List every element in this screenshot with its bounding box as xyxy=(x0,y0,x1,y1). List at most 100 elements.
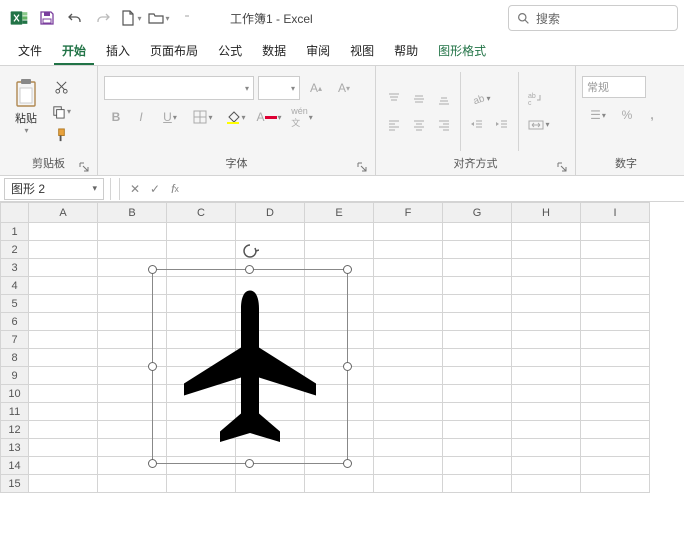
cell[interactable] xyxy=(512,457,581,475)
redo-icon[interactable] xyxy=(90,5,116,31)
tab-file[interactable]: 文件 xyxy=(10,37,50,65)
row-header-5[interactable]: 5 xyxy=(1,295,29,313)
search-box[interactable]: 搜索 xyxy=(508,5,678,31)
cell[interactable] xyxy=(581,295,650,313)
cell[interactable] xyxy=(29,295,98,313)
align-middle-button[interactable] xyxy=(407,88,431,110)
tab-help[interactable]: 帮助 xyxy=(386,37,426,65)
cut-button[interactable] xyxy=(48,76,74,100)
cell[interactable] xyxy=(29,313,98,331)
cell[interactable] xyxy=(236,223,305,241)
dialog-launcher-icon[interactable] xyxy=(357,162,367,172)
cell[interactable] xyxy=(374,313,443,331)
cell[interactable] xyxy=(443,277,512,295)
col-header-F[interactable]: F xyxy=(374,203,443,223)
cell[interactable] xyxy=(29,259,98,277)
cell[interactable] xyxy=(581,313,650,331)
cell[interactable] xyxy=(167,241,236,259)
cell[interactable] xyxy=(581,241,650,259)
cell[interactable] xyxy=(29,241,98,259)
row-header-6[interactable]: 6 xyxy=(1,313,29,331)
fill-color-button[interactable]: ▾ xyxy=(220,106,252,128)
row-header-15[interactable]: 15 xyxy=(1,475,29,493)
cell[interactable] xyxy=(581,259,650,277)
tab-home[interactable]: 开始 xyxy=(54,37,94,65)
excel-app-icon[interactable] xyxy=(6,5,32,31)
cell[interactable] xyxy=(29,367,98,385)
tab-data[interactable]: 数据 xyxy=(254,37,294,65)
cell[interactable] xyxy=(581,277,650,295)
cell[interactable] xyxy=(167,223,236,241)
cell[interactable] xyxy=(443,475,512,493)
cancel-formula-button[interactable]: ✕ xyxy=(126,180,144,198)
row-header-13[interactable]: 13 xyxy=(1,439,29,457)
cell[interactable] xyxy=(374,277,443,295)
cell[interactable] xyxy=(443,331,512,349)
row-header-1[interactable]: 1 xyxy=(1,223,29,241)
cell[interactable] xyxy=(512,475,581,493)
cell[interactable] xyxy=(374,349,443,367)
cell[interactable] xyxy=(512,223,581,241)
cell[interactable] xyxy=(512,403,581,421)
tab-review[interactable]: 审阅 xyxy=(298,37,338,65)
cell[interactable] xyxy=(443,457,512,475)
cell[interactable] xyxy=(29,439,98,457)
cell[interactable] xyxy=(374,259,443,277)
resize-handle-n[interactable] xyxy=(245,265,254,274)
cell[interactable] xyxy=(512,313,581,331)
cell[interactable] xyxy=(512,439,581,457)
comma-button[interactable]: , xyxy=(640,104,664,126)
resize-handle-nw[interactable] xyxy=(148,265,157,274)
increase-indent-button[interactable] xyxy=(490,114,514,136)
row-header-11[interactable]: 11 xyxy=(1,403,29,421)
cell[interactable] xyxy=(374,295,443,313)
worksheet-grid[interactable]: ABCDEFGHI123456789101112131415 xyxy=(0,202,684,560)
cell[interactable] xyxy=(374,439,443,457)
resize-handle-w[interactable] xyxy=(148,362,157,371)
percent-button[interactable]: % xyxy=(615,104,639,126)
cell[interactable] xyxy=(374,385,443,403)
col-header-E[interactable]: E xyxy=(305,203,374,223)
cell[interactable] xyxy=(29,223,98,241)
currency-button[interactable]: ☰▾ xyxy=(582,104,614,126)
shape-selection[interactable] xyxy=(152,269,348,464)
col-header-A[interactable]: A xyxy=(29,203,98,223)
cell[interactable] xyxy=(581,475,650,493)
col-header-D[interactable]: D xyxy=(236,203,305,223)
row-header-9[interactable]: 9 xyxy=(1,367,29,385)
cell[interactable] xyxy=(512,277,581,295)
cell[interactable] xyxy=(374,367,443,385)
cell[interactable] xyxy=(98,475,167,493)
format-painter-button[interactable] xyxy=(48,124,74,148)
cell[interactable] xyxy=(29,331,98,349)
decrease-indent-button[interactable] xyxy=(465,114,489,136)
select-all-corner[interactable] xyxy=(1,203,29,223)
cell[interactable] xyxy=(581,223,650,241)
cell[interactable] xyxy=(581,457,650,475)
cell[interactable] xyxy=(443,403,512,421)
cell[interactable] xyxy=(443,439,512,457)
cell[interactable] xyxy=(98,223,167,241)
align-top-button[interactable] xyxy=(382,88,406,110)
font-name-combo[interactable]: ▾ xyxy=(104,76,254,100)
cell[interactable] xyxy=(443,223,512,241)
confirm-formula-button[interactable]: ✓ xyxy=(146,180,164,198)
col-header-G[interactable]: G xyxy=(443,203,512,223)
tab-page-layout[interactable]: 页面布局 xyxy=(142,37,206,65)
row-header-12[interactable]: 12 xyxy=(1,421,29,439)
cell[interactable] xyxy=(443,259,512,277)
increase-font-button[interactable]: A▴ xyxy=(304,77,328,99)
cell[interactable] xyxy=(581,439,650,457)
cell[interactable] xyxy=(512,259,581,277)
cell[interactable] xyxy=(29,385,98,403)
cell[interactable] xyxy=(512,241,581,259)
cell[interactable] xyxy=(443,385,512,403)
tab-view[interactable]: 视图 xyxy=(342,37,382,65)
cell[interactable] xyxy=(443,349,512,367)
formula-input[interactable] xyxy=(188,178,684,200)
col-header-C[interactable]: C xyxy=(167,203,236,223)
cell[interactable] xyxy=(29,421,98,439)
font-color-button[interactable]: A▾ xyxy=(253,106,285,128)
cell[interactable] xyxy=(512,385,581,403)
cell[interactable] xyxy=(98,241,167,259)
